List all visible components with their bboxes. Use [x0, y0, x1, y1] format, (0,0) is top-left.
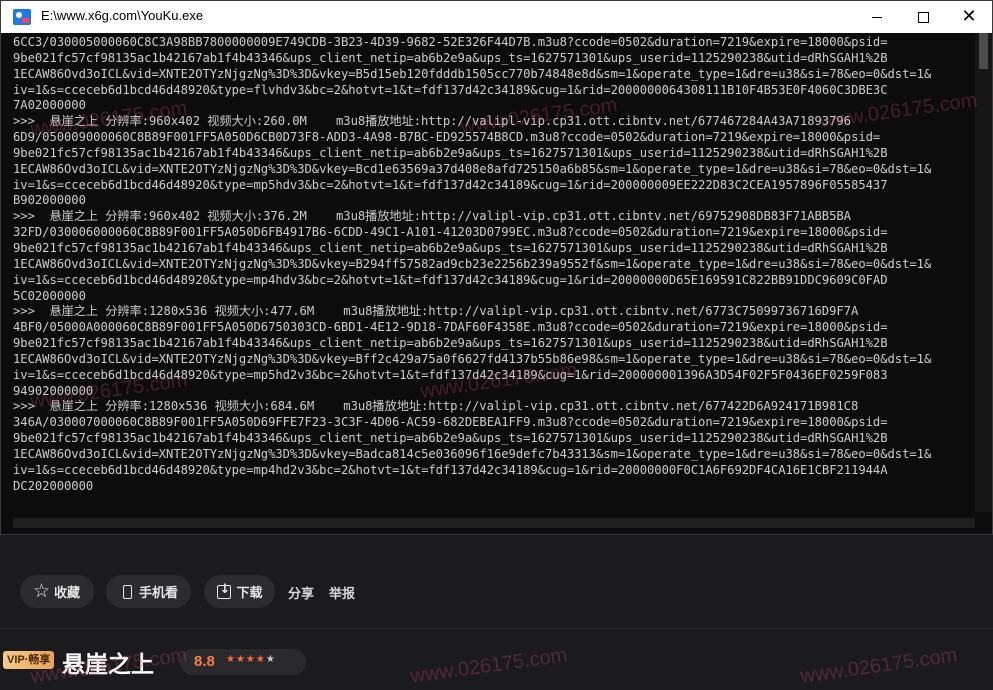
console-output[interactable]: 6CC3/030005000060C8C3A98BB7800000009E749…	[1, 33, 975, 512]
download-label: 下载	[236, 585, 263, 600]
phone-icon	[119, 584, 135, 600]
vertical-scrollbar[interactable]	[975, 33, 992, 512]
console-line: 1ECAW86Ovd3oICL&vid=XNTE2OTYzNjgzNg%3D%3…	[13, 161, 932, 176]
console-line: 9be021fc57cf98135ac1b42167ab1f4b43346&up…	[13, 431, 888, 446]
console-line: 9be021fc57cf98135ac1b42167ab1f4b43346&up…	[13, 50, 888, 65]
console-line: iv=1&s=cceceb6d1bcd46d48920&type=mp5hdv3…	[13, 177, 888, 192]
console-line: >>> 悬崖之上 分辨率:1280x536 视频大小:684.6M m3u8播放…	[13, 399, 859, 414]
console-line: iv=1&s=cceceb6d1bcd46d48920&type=mp5hd2v…	[13, 367, 888, 382]
share-link[interactable]: 分享	[288, 583, 314, 602]
console-line: iv=1&s=cceceb6d1bcd46d48920&type=mp4hdv3…	[13, 272, 888, 287]
console-line: >>> 悬崖之上 分辨率:1280x536 视频大小:477.6M m3u8播放…	[13, 304, 859, 319]
console-line: 1ECAW86Ovd3oICL&vid=XNTE2OTYzNjgzNg%3D%3…	[13, 446, 932, 461]
star-full-icons: ★★★★	[226, 654, 266, 665]
watch-on-mobile-button[interactable]: 手机看	[106, 575, 191, 608]
video-page-section: 收藏 手机看 下载 分享 举报 VIP·畅享 悬崖之上 8.8 ★★★★★	[0, 535, 993, 690]
vip-badge: VIP·畅享	[3, 651, 55, 669]
console-line: 346A/030007000060C8B89F001FF5A050D69FFE7…	[13, 415, 888, 430]
console-text: 6CC3/030005000060C8C3A98BB7800000009E749…	[13, 35, 975, 494]
console-line: 7A02000000	[13, 98, 86, 113]
console-line: 1ECAW86Ovd3oICL&vid=XNTE2OTYzNjgzNg%3D%3…	[13, 66, 932, 81]
console-line: 9be021fc57cf98135ac1b42167ab1f4b43346&up…	[13, 336, 888, 351]
console-line: 94902000000	[13, 383, 94, 398]
console-line: DC202000000	[13, 478, 94, 493]
console-line: 9be021fc57cf98135ac1b42167ab1f4b43346&up…	[13, 145, 888, 160]
mobile-label: 手机看	[138, 585, 178, 600]
console-line: 9be021fc57cf98135ac1b42167ab1f4b43346&up…	[13, 240, 888, 255]
action-bar: 收藏 手机看 下载 分享 举报	[0, 575, 993, 609]
window-title: E:\www.x6g.com\YouKu.exe	[41, 8, 204, 23]
show-title-row: VIP·畅享 悬崖之上 8.8 ★★★★★	[0, 645, 993, 685]
console-line: >>> 悬崖之上 分辨率:960x402 视频大小:260.0M m3u8播放地…	[13, 114, 851, 129]
console-line: 5C02000000	[13, 288, 86, 303]
console-bottom-bar	[1, 512, 992, 534]
download-icon	[216, 582, 232, 600]
star-empty-icon: ★	[265, 654, 276, 665]
favorite-button[interactable]: 收藏	[20, 575, 94, 608]
report-link[interactable]: 举报	[329, 583, 355, 602]
rating-badge: 8.8 ★★★★★	[180, 649, 306, 675]
console-line: iv=1&s=cceceb6d1bcd46d48920&type=mp4hd2v…	[13, 462, 888, 477]
show-title: 悬崖之上	[62, 651, 154, 677]
section-divider	[0, 628, 993, 629]
download-button[interactable]: 下载	[204, 575, 275, 608]
console-line: 1ECAW86Ovd3oICL&vid=XNTE2OTYzNjgzNg%3D%3…	[13, 256, 932, 271]
rating-stars: ★★★★★	[226, 654, 276, 665]
favorite-label: 收藏	[53, 585, 80, 600]
console-line: 6CC3/030005000060C8C3A98BB7800000009E749…	[13, 35, 888, 49]
close-button[interactable]: ✕	[946, 1, 992, 33]
console-line: B902000000	[13, 193, 86, 208]
horizontal-scrollbar[interactable]	[13, 518, 975, 528]
maximize-button[interactable]	[900, 1, 946, 33]
console-window: E:\www.x6g.com\YouKu.exe ✕ 6CC3/03000500…	[0, 0, 993, 535]
console-line: 4BF0/05000A000060C8B89F001FF5A050D675030…	[13, 320, 888, 335]
star-icon	[33, 580, 50, 602]
console-line: iv=1&s=cceceb6d1bcd46d48920&type=flvhdv3…	[13, 82, 888, 97]
title-bar[interactable]: E:\www.x6g.com\YouKu.exe ✕	[1, 1, 992, 33]
console-line: 1ECAW86Ovd3oICL&vid=XNTE2OTYzNjgzNg%3D%3…	[13, 351, 932, 366]
rating-score: 8.8	[194, 653, 215, 670]
close-icon: ✕	[961, 6, 977, 27]
minimize-icon	[872, 16, 882, 18]
youku-app-icon	[13, 9, 31, 25]
console-line: >>> 悬崖之上 分辨率:960x402 视频大小:376.2M m3u8播放地…	[13, 209, 851, 224]
console-line: 32FD/030006000060C8B89F001FF5A050D6FB491…	[13, 225, 888, 240]
scrollbar-thumb[interactable]	[979, 33, 988, 69]
minimize-button[interactable]	[854, 1, 900, 33]
console-line: 6D9/050009000060C8B89F001FF5A050D6CB0D73…	[13, 130, 881, 145]
maximize-icon	[917, 11, 929, 23]
